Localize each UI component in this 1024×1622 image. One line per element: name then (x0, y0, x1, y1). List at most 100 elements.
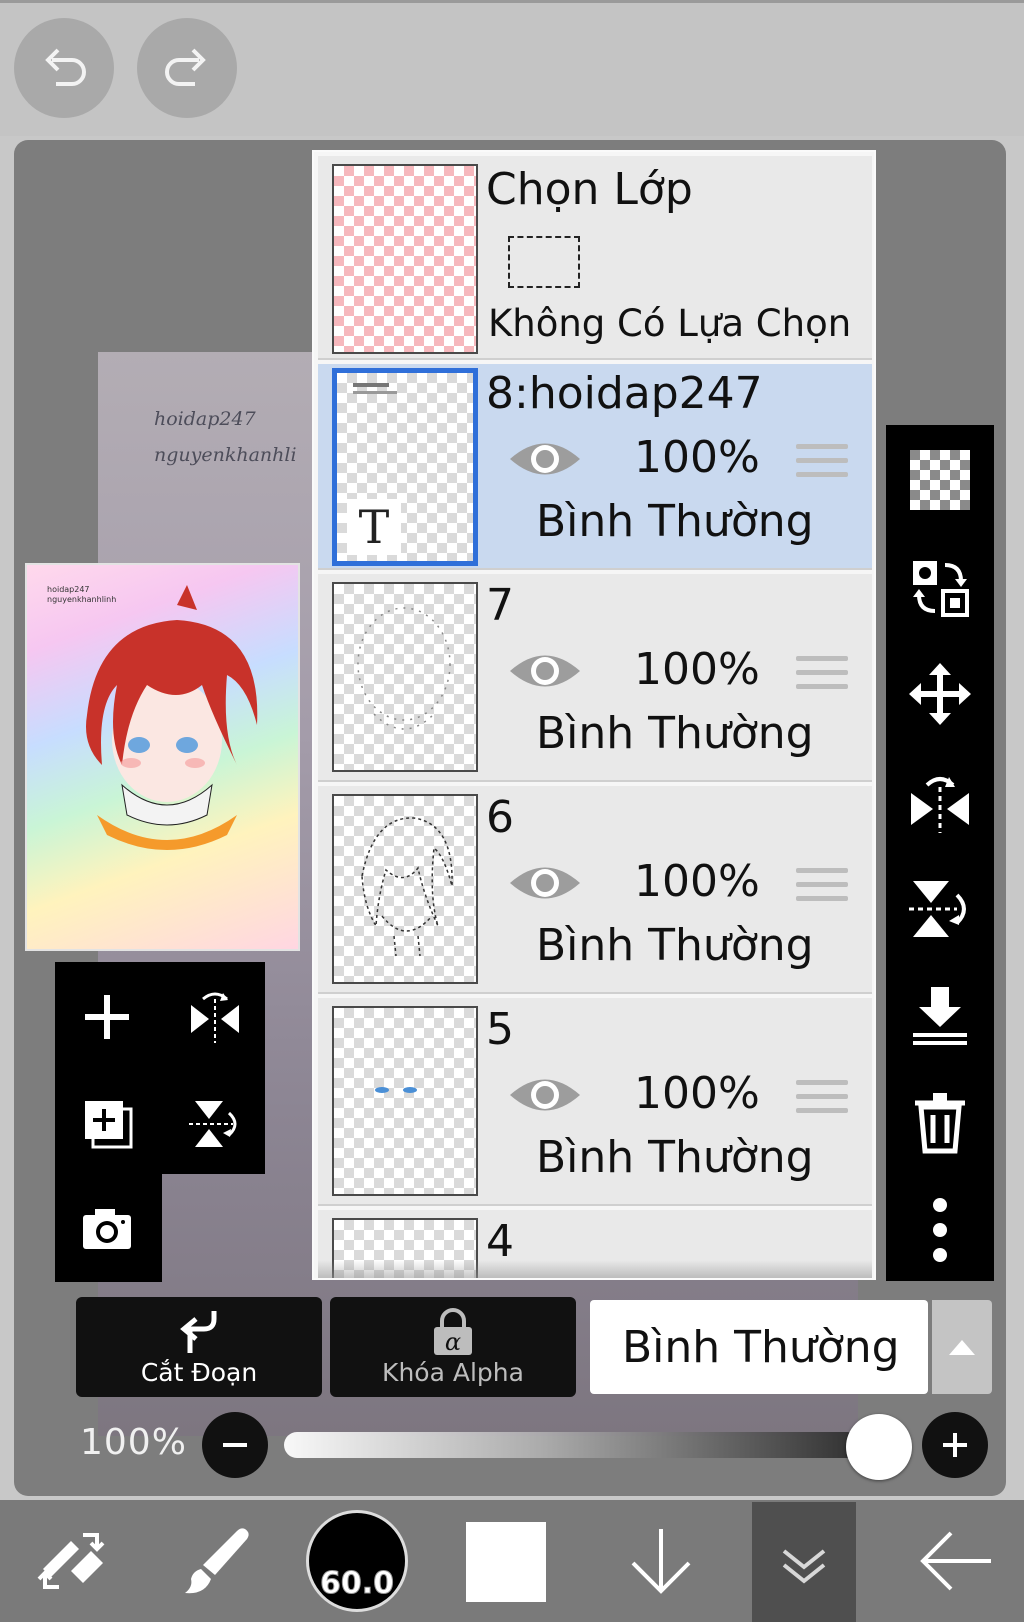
text-layer-badge: T (347, 499, 401, 555)
preview-artwork (86, 585, 258, 850)
merge-down-button[interactable] (904, 980, 976, 1052)
app-screen: { "topbar": { "undo_icon": "undo-icon", … (0, 0, 1024, 1622)
alpha-lock-icon: α (434, 1308, 472, 1356)
layers-panel-button[interactable] (752, 1502, 856, 1622)
layer-thumbnail: T (332, 368, 478, 566)
top-bar (0, 0, 1024, 136)
drag-handle-icon[interactable] (796, 1080, 848, 1120)
swap-icon (913, 561, 969, 617)
flip-vertical-left-button[interactable] (170, 1078, 260, 1168)
camera-icon (83, 1209, 131, 1249)
visibility-eye-icon[interactable] (508, 1072, 582, 1118)
opacity-slider[interactable] (284, 1432, 860, 1458)
layer-blend-mode: Bình Thường (536, 920, 814, 971)
redo-button[interactable] (137, 18, 237, 118)
canvas-preview[interactable]: hoidap247 nguyenkhanhlinh (25, 563, 300, 951)
blend-mode-dropdown-button[interactable] (932, 1300, 992, 1394)
visibility-eye-icon[interactable] (508, 860, 582, 906)
thumbnail-sketch (357, 607, 451, 730)
brush-tool-button[interactable] (160, 1500, 270, 1622)
layer-thumbnail (332, 794, 478, 984)
move-button[interactable] (904, 658, 976, 730)
move-icon (909, 663, 971, 725)
selection-layer-subtitle: Không Có Lựa Chọn (488, 302, 852, 345)
layer-blend-mode: Bình Thường (536, 496, 814, 547)
selection-layer-row[interactable]: Chọn Lớp Không Có Lựa Chọn (318, 156, 872, 360)
transparent-background-button[interactable] (904, 444, 976, 516)
arrow-down-icon (631, 1529, 691, 1594)
layer-name: 7 (486, 580, 514, 631)
layer-opacity: 100% (634, 856, 760, 907)
layer-opacity: 100% (634, 432, 760, 483)
layer-opacity: 100% (634, 1068, 760, 1119)
layer-row[interactable]: 6 100% Bình Thường (318, 786, 872, 994)
drag-handle-icon[interactable] (796, 656, 848, 696)
flip-horizontal-icon (191, 992, 239, 1043)
camera-import-button[interactable] (62, 1184, 152, 1274)
layer-row[interactable]: 4 (318, 1210, 872, 1278)
layer-panel: Chọn Lớp Không Có Lựa Chọn T 8:hoidap247… (312, 150, 876, 1280)
tool-switch-button[interactable] (16, 1500, 126, 1622)
back-button[interactable] (900, 1500, 1010, 1622)
clipping-button[interactable]: Cắt Đoạn (76, 1297, 322, 1397)
delete-layer-button[interactable] (904, 1086, 976, 1158)
arrow-left-icon (920, 1531, 991, 1591)
selection-thumbnail (332, 164, 478, 354)
layer-thumbnail (332, 1006, 478, 1196)
thumbnail-eyes (375, 1087, 417, 1093)
thumbnail-text-mark (353, 391, 397, 394)
minus-icon (223, 1443, 247, 1447)
opacity-slider-knob[interactable] (846, 1414, 912, 1480)
more-options-button[interactable] (904, 1194, 976, 1266)
clipping-label: Cắt Đoạn (140, 1358, 258, 1387)
brush-size-button[interactable]: 60.0 (306, 1510, 408, 1612)
layer-blend-mode: Bình Thường (536, 1132, 814, 1183)
undo-button[interactable] (14, 18, 114, 118)
flip-horizontal-icon (911, 777, 969, 833)
visibility-eye-icon[interactable] (508, 436, 582, 482)
svg-text:α: α (445, 1328, 461, 1356)
visibility-eye-icon[interactable] (508, 648, 582, 694)
layer-name: 8:hoidap247 (486, 368, 763, 419)
alpha-lock-label: Khóa Alpha (382, 1358, 524, 1387)
add-layer-button[interactable] (62, 972, 152, 1062)
add-layer-icon (85, 1101, 133, 1149)
clipping-arrow-icon (180, 1311, 217, 1353)
trash-icon (915, 1093, 965, 1154)
thumbnail-sketch (361, 817, 453, 957)
add-layer-copy-button[interactable] (62, 1078, 152, 1168)
layer-opacity: 100% (634, 644, 760, 695)
plus-icon (943, 1433, 967, 1457)
alpha-lock-button[interactable]: α Khóa Alpha (330, 1297, 576, 1397)
drag-handle-icon[interactable] (796, 444, 848, 484)
layer-down-button[interactable] (606, 1500, 716, 1622)
layer-thumbnail (332, 582, 478, 772)
flip-vertical-icon (909, 881, 966, 937)
more-vertical-icon (933, 1198, 947, 1262)
brush-icon (185, 1528, 249, 1594)
flip-horizontal-left-button[interactable] (170, 972, 260, 1062)
chevron-double-down-icon (782, 1549, 826, 1584)
layer-row[interactable]: 7 100% Bình Thường (318, 574, 872, 782)
opacity-value: 100% (80, 1422, 187, 1463)
brush-size-value: 60.0 (319, 1566, 395, 1602)
opacity-decrease-button[interactable] (202, 1412, 268, 1478)
layer-blend-mode: Bình Thường (536, 708, 814, 759)
color-swatch-button[interactable] (466, 1522, 546, 1602)
flip-vertical-icon (189, 1101, 237, 1147)
drag-handle-icon[interactable] (796, 868, 848, 908)
plus-icon (85, 995, 129, 1039)
checkerboard-icon (910, 450, 970, 510)
layer-row[interactable]: T 8:hoidap247 100% Bình Thường (318, 364, 872, 570)
swap-layer-button[interactable] (904, 552, 976, 624)
opacity-increase-button[interactable] (922, 1412, 988, 1478)
flip-horizontal-button[interactable] (904, 766, 976, 838)
tool-switch-icon (37, 1533, 105, 1589)
layer-name: 5 (486, 1004, 514, 1055)
blend-mode-select[interactable]: Bình Thường (590, 1300, 928, 1394)
flip-vertical-button[interactable] (904, 872, 976, 944)
selection-marquee-icon (508, 236, 580, 288)
selection-layer-title: Chọn Lớp (486, 164, 693, 215)
layer-row[interactable]: 5 100% Bình Thường (318, 998, 872, 1206)
watermark-line1: hoidap247 (154, 408, 256, 430)
